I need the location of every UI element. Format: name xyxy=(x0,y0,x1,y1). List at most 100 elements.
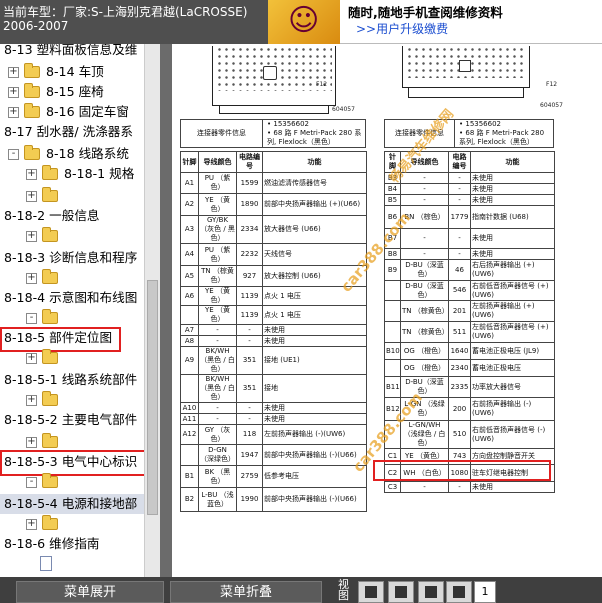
connector-drawing-left xyxy=(212,46,336,106)
table-row: A3 GY/BK（灰色 / 黑色） 2334 放大器信号 (U66) xyxy=(180,215,367,244)
expand-icon[interactable]: + xyxy=(26,191,37,202)
table-row: B5- - 未使用 xyxy=(384,194,555,206)
chapter-tree[interactable]: 8-13 塑料面板信息及维 +8-14 车顶 +8-15 座椅 +8-16 固定车窗 8… xyxy=(0,44,144,577)
collapse-icon[interactable]: - xyxy=(8,149,19,160)
table-row: A1 PU （紫色） 1599 燃油滤清传感器信号 xyxy=(180,172,367,194)
table-row: A11- - 未使用 xyxy=(180,413,367,425)
collapse-icon[interactable]: - xyxy=(26,313,37,324)
tree-item[interactable]: +8-14 车顶 xyxy=(0,62,144,82)
tree-item[interactable]: - xyxy=(0,308,144,328)
tree-item[interactable]: + xyxy=(0,226,144,246)
wire-color-cell: - xyxy=(198,402,237,414)
tree-item-label: 8-18-5-2 主要电气部件 xyxy=(4,412,138,427)
view-mode-button-4[interactable] xyxy=(446,581,472,603)
table-row: L-GN/WH（浅绿色 / 白色） 510 右前低音扬声器信号 (-)(UW6) xyxy=(384,420,555,449)
menu-collapse-button[interactable]: 菜单折叠 xyxy=(170,581,322,603)
tree-scrollbar[interactable] xyxy=(144,44,160,577)
tree-item[interactable]: 8-18-6 维修指南 xyxy=(0,534,144,554)
pane-splitter[interactable] xyxy=(160,44,172,577)
pin-cell: A1 xyxy=(180,172,199,194)
tree-item[interactable]: - xyxy=(0,472,144,492)
tree-item[interactable]: 8-18-5-2 主要电气部件 xyxy=(0,410,144,430)
column-header: 电路编号 xyxy=(236,151,263,173)
circuit-cell: - xyxy=(448,248,471,260)
function-cell: 未使用 xyxy=(470,481,555,493)
expand-icon[interactable]: + xyxy=(26,353,37,364)
tree-item[interactable]: 8-13 塑料面板信息及维 xyxy=(0,44,144,60)
promo-banner[interactable]: ☺ 随时,随地手机查阅维修资料 >>用户升级缴费 xyxy=(268,0,602,44)
expand-icon[interactable]: + xyxy=(8,87,19,98)
expand-icon[interactable]: + xyxy=(8,107,19,118)
folder-icon xyxy=(24,63,40,78)
pin-cell xyxy=(384,300,401,322)
wire-color-cell: PU （紫色） xyxy=(198,243,237,266)
circuit-cell: 1890 xyxy=(236,193,263,216)
vehicle-year-text: 2006-2007 xyxy=(3,19,69,33)
tree-item[interactable]: - 8-18 线路系统 xyxy=(0,144,144,164)
circuit-cell: 1139 xyxy=(236,286,263,306)
circuit-cell: 2759 xyxy=(236,465,263,488)
banner-headline: 随时,随地手机查阅维修资料 xyxy=(348,5,503,20)
tree-item[interactable]: +8-16 固定车窗 xyxy=(0,102,144,122)
tree-item[interactable]: 8-18-2 一般信息 xyxy=(0,206,144,226)
collapse-icon[interactable]: - xyxy=(26,477,37,488)
pin-cell: B2 xyxy=(180,487,199,512)
tree-item[interactable]: 8-18-4 示意图和布线图 xyxy=(0,288,144,308)
document-viewer[interactable]: F12 604057 F12 604057 连接器零件信息 • 15356602… xyxy=(172,44,602,577)
tree-item[interactable]: + xyxy=(0,268,144,288)
view-mode-button-2[interactable] xyxy=(388,581,414,603)
folder-icon xyxy=(42,349,58,364)
wire-color-cell: OG （橙色） xyxy=(400,359,449,377)
upgrade-link[interactable]: >>用户升级缴费 xyxy=(356,20,448,37)
table-row: B1 BK （黑色） 2759 低参考电压 xyxy=(180,465,367,488)
circuit-cell: - xyxy=(448,183,471,195)
highlight-box-c2 xyxy=(373,460,551,481)
tree-item[interactable]: + xyxy=(0,514,144,534)
expand-icon[interactable]: + xyxy=(26,273,37,284)
expand-icon[interactable]: + xyxy=(8,67,19,78)
pin-cell: A11 xyxy=(180,413,199,425)
tree-item[interactable]: 8-18-5-4 电源和接地部 xyxy=(0,494,144,514)
view-mode-icon xyxy=(365,586,377,598)
tree-item[interactable]: +8-18-1 规格 xyxy=(0,164,144,184)
connector-type: • 68 路 F Metri-Pack 280 系列, Flexlock（黑色） xyxy=(459,129,545,146)
wire-color-cell: BK/WH（黑色 / 白色） xyxy=(198,374,237,403)
expand-icon[interactable]: + xyxy=(26,437,37,448)
table-row: B3- - 未使用 xyxy=(384,172,555,184)
tree-item[interactable]: + xyxy=(0,390,144,410)
tree-item[interactable]: 8-17 刮水器/ 洗涤器系 xyxy=(0,122,144,142)
menu-expand-button[interactable]: 菜单展开 xyxy=(16,581,164,603)
expand-icon[interactable]: + xyxy=(26,519,37,530)
scrollbar-thumb[interactable] xyxy=(147,280,158,515)
folder-icon xyxy=(24,83,40,98)
tree-item[interactable]: + xyxy=(0,348,144,368)
page-number-field[interactable]: 1 xyxy=(474,581,496,603)
pin-cell xyxy=(384,280,401,301)
circuit-cell: - xyxy=(236,413,263,425)
connector-label-left: F12 xyxy=(316,81,328,88)
expand-icon[interactable]: + xyxy=(26,231,37,242)
wire-color-cell: L-GN/WH（浅绿色 / 白色） xyxy=(400,420,449,449)
expand-icon[interactable]: + xyxy=(26,169,37,180)
circuit-cell: 2232 xyxy=(236,243,263,266)
tree-item[interactable]: 8-18-3 诊断信息和程序 xyxy=(0,248,144,268)
view-mode-button-1[interactable] xyxy=(358,581,384,603)
circuit-cell: 1947 xyxy=(236,444,263,466)
vehicle-model-text: 当前车型：厂家:S-上海别克君越(LaCROSSE) xyxy=(3,5,248,19)
tree-item[interactable] xyxy=(0,554,144,574)
tree-item[interactable]: + xyxy=(0,432,144,452)
function-cell: 低参考电压 xyxy=(262,465,367,488)
function-cell: 右前低音扬声器信号 (+)(UW6) xyxy=(470,280,555,301)
expand-icon[interactable]: + xyxy=(26,395,37,406)
wire-color-cell: - xyxy=(400,194,449,206)
tree-item[interactable]: +8-15 座椅 xyxy=(0,82,144,102)
view-mode-button-3[interactable] xyxy=(418,581,444,603)
circuit-cell: 1599 xyxy=(236,172,263,194)
tree-item[interactable]: + xyxy=(0,186,144,206)
tree-item[interactable]: 8-18-5-1 线路系统部件 xyxy=(0,370,144,390)
wire-color-cell: YE （黄色） xyxy=(198,193,237,216)
circuit-cell: 927 xyxy=(236,265,263,287)
table-row: B7- - 未使用 xyxy=(384,228,555,249)
circuit-cell: 351 xyxy=(236,346,263,375)
folder-icon xyxy=(42,269,58,284)
